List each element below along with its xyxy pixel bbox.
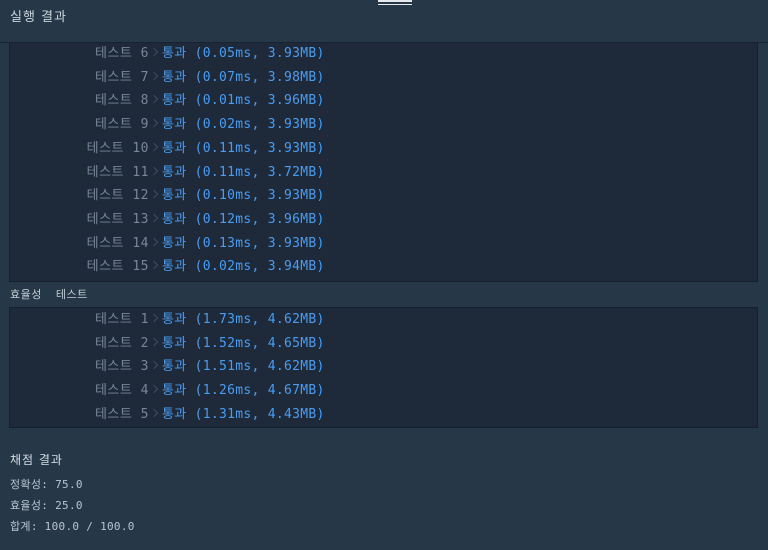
test-result-row: 테스트 15 통과 (0.02ms, 3.94MB) <box>10 256 757 278</box>
test-result: 통과 (0.11ms, 3.93MB) <box>162 140 325 156</box>
test-result: 통과 (1.26ms, 4.67MB) <box>162 383 325 399</box>
efficiency-section-label: 효율성 테스트 <box>10 286 88 302</box>
test-label: 테스트 13 <box>86 211 149 227</box>
test-label: 테스트 10 <box>86 140 149 156</box>
test-result: 통과 (0.07ms, 3.98MB) <box>162 69 325 85</box>
chevron-right-icon <box>149 361 159 370</box>
test-result-row: 테스트 10 통과 (0.11ms, 3.93MB) <box>10 138 757 160</box>
efficiency-label-part1: 효율성 <box>10 288 42 301</box>
chevron-right-icon <box>149 384 159 394</box>
resize-handle-icon[interactable] <box>378 0 412 6</box>
score-efficiency: 효율성: 25.0 <box>10 499 83 512</box>
test-label: 테스트 11 <box>86 164 149 180</box>
chevron-right-icon <box>149 166 159 175</box>
test-label: 테스트 4 <box>94 383 149 399</box>
accuracy-test-panel: 테스트 6 통과 (0.05ms, 3.93MB) 테스트 7 통과 (0.07ms,… <box>9 43 758 282</box>
test-result-row: 테스트 12 통과 (0.10ms, 3.93MB) <box>10 185 757 207</box>
test-label: 테스트 9 <box>94 117 149 133</box>
chevron-right-icon <box>149 142 159 152</box>
test-label: 테스트 12 <box>86 188 149 204</box>
test-result-row: 테스트 13 통과 (0.12ms, 3.96MB) <box>10 209 757 231</box>
test-result: 통과 (0.05ms, 3.93MB) <box>162 46 325 61</box>
test-result: 통과 (0.13ms, 3.93MB) <box>162 235 325 251</box>
test-result-row: 테스트 7 통과 (0.07ms, 3.98MB) <box>10 67 757 89</box>
test-result: 통과 (0.11ms, 3.72MB) <box>162 164 325 180</box>
test-result: 통과 (0.02ms, 3.93MB) <box>162 117 325 133</box>
test-label: 테스트 14 <box>86 235 149 251</box>
test-label: 테스트 1 <box>94 312 149 327</box>
test-result-row: 테스트 8 통과 (0.01ms, 3.96MB) <box>10 90 757 112</box>
test-result: 통과 (1.73ms, 4.62MB) <box>162 312 325 327</box>
efficiency-label-part2: 테스트 <box>55 288 88 301</box>
test-result-row: 테스트 6 통과 (0.05ms, 3.93MB) <box>10 43 757 65</box>
test-result: 통과 (1.52ms, 4.65MB) <box>162 335 325 351</box>
score-accuracy: 정확성: 75.0 <box>10 478 83 491</box>
chevron-right-icon <box>149 337 159 346</box>
efficiency-test-panel: 테스트 1 통과 (1.73ms, 4.62MB) 테스트 2 통과 (1.52ms,… <box>9 307 758 428</box>
test-label: 테스트 8 <box>94 93 149 109</box>
test-result: 통과 (0.10ms, 3.93MB) <box>162 188 325 204</box>
chevron-right-icon <box>149 261 159 270</box>
test-label: 테스트 15 <box>86 259 149 275</box>
test-label: 테스트 3 <box>94 359 149 375</box>
test-result-row: 테스트 2 통과 (1.52ms, 4.65MB) <box>10 333 757 355</box>
header-title: 실행 결과 <box>10 10 67 25</box>
test-label: 테스트 6 <box>94 46 149 61</box>
chevron-right-icon <box>149 47 159 57</box>
chevron-right-icon <box>149 71 159 80</box>
test-result: 통과 (1.31ms, 4.43MB) <box>162 406 325 422</box>
score-total: 합계: 100.0 / 100.0 <box>10 520 135 533</box>
chevron-right-icon <box>149 408 159 418</box>
test-result-row: 테스트 4 통과 (1.26ms, 4.67MB) <box>10 380 757 402</box>
chevron-right-icon <box>149 189 159 199</box>
test-result: 통과 (0.12ms, 3.96MB) <box>162 211 325 227</box>
test-result-row: 테스트 14 통과 (0.13ms, 3.93MB) <box>10 233 757 255</box>
test-result-row: 테스트 9 통과 (0.02ms, 3.93MB) <box>10 114 757 136</box>
test-label: 테스트 2 <box>94 335 149 351</box>
chevron-right-icon <box>149 213 159 223</box>
test-result: 통과 (0.01ms, 3.96MB) <box>162 93 325 109</box>
test-result-row: 테스트 1 통과 (1.73ms, 4.62MB) <box>10 309 757 331</box>
chevron-right-icon <box>149 118 159 128</box>
test-label: 테스트 5 <box>94 406 149 422</box>
score-title: 채점 결과 <box>10 453 63 467</box>
test-result-row: 테스트 11 통과 (0.11ms, 3.72MB) <box>10 162 757 184</box>
test-result-row: 테스트 5 통과 (1.31ms, 4.43MB) <box>10 404 757 426</box>
chevron-right-icon <box>149 237 159 246</box>
chevron-right-icon <box>149 95 159 104</box>
chevron-right-icon <box>149 313 159 323</box>
test-result-row: 테스트 3 통과 (1.51ms, 4.62MB) <box>10 356 757 378</box>
test-result: 통과 (0.02ms, 3.94MB) <box>162 259 325 275</box>
result-header: 실행 결과 <box>0 0 768 43</box>
test-label: 테스트 7 <box>94 69 149 85</box>
test-result: 통과 (1.51ms, 4.62MB) <box>162 359 325 375</box>
